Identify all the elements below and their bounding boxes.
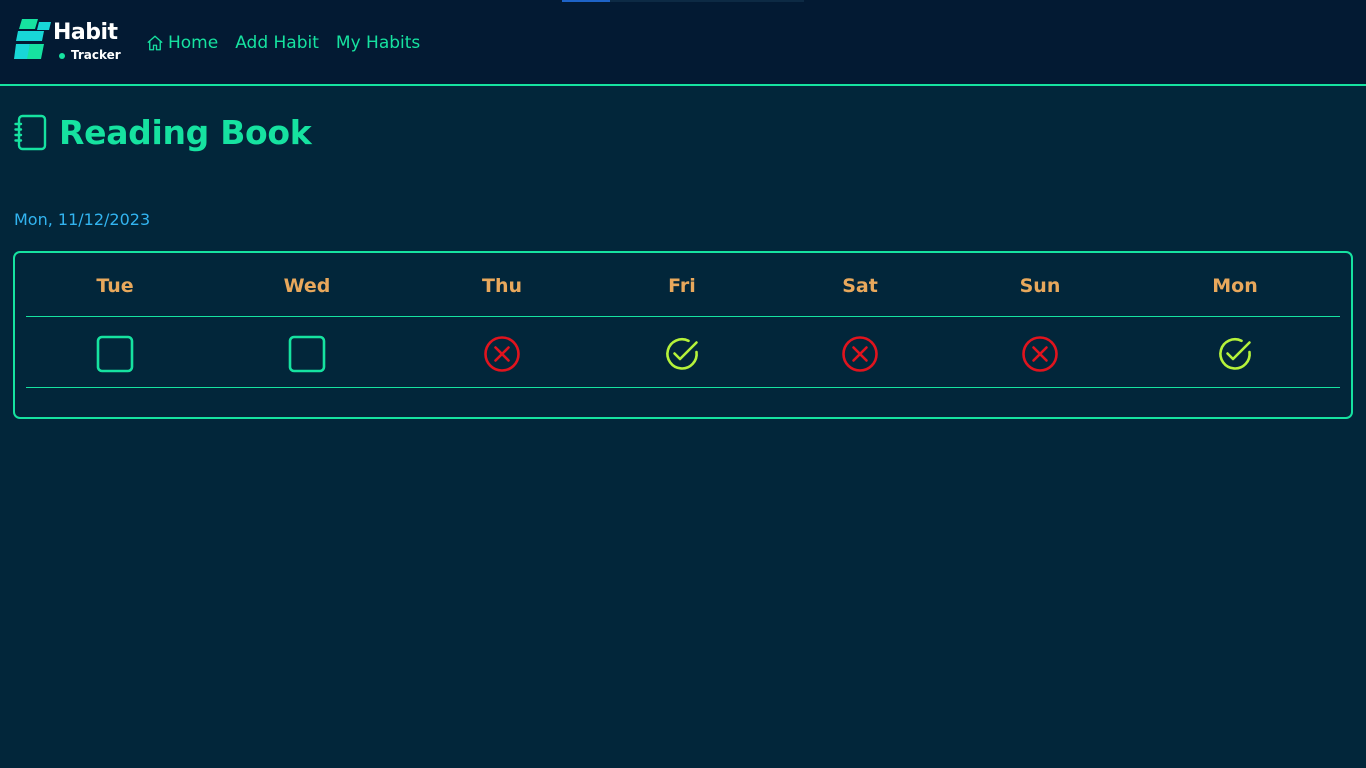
habit-header: Reading Book	[14, 112, 312, 152]
day-label-sat: Sat	[842, 275, 878, 297]
day-label-wed: Wed	[283, 275, 331, 297]
nav-add-habit-label: Add Habit	[235, 33, 319, 53]
day-status-thu[interactable]	[483, 335, 521, 373]
week-tracker-grid: Tue Wed Thu Fri Sat Sun Mon	[26, 253, 1340, 417]
nav-my-habits-link[interactable]: My Habits	[336, 33, 420, 53]
x-circle-icon	[1022, 336, 1058, 372]
page-loading-bar	[562, 0, 804, 2]
brand-dot	[59, 53, 65, 59]
current-date: Mon, 11/12/2023	[14, 210, 151, 229]
day-label-sun: Sun	[1019, 275, 1061, 297]
nav-my-habits-label: My Habits	[335, 33, 421, 53]
brand-subtitle: Tracker	[71, 48, 121, 62]
header-divider	[26, 316, 1340, 317]
day-status-sun[interactable]	[1021, 335, 1059, 373]
day-status-wed[interactable]	[288, 335, 326, 373]
row-divider	[26, 387, 1340, 388]
day-status-mon[interactable]	[1216, 335, 1254, 373]
brand-title: Habit	[53, 20, 118, 45]
notebook-icon	[14, 114, 47, 150]
day-label-thu: Thu	[481, 275, 522, 297]
home-icon	[147, 35, 163, 51]
day-label-fri: Fri	[668, 275, 696, 297]
main-nav: Home Add Habit My Habits	[146, 30, 437, 56]
brand-logo[interactable]: Habit Tracker	[14, 19, 124, 65]
check-circle-icon	[1219, 337, 1251, 370]
page-loading-bar-fill	[562, 0, 611, 2]
day-label-mon: Mon	[1212, 275, 1258, 297]
week-tracker-card: Tue Wed Thu Fri Sat Sun Mon	[13, 251, 1353, 419]
nav-home-label: Home	[168, 33, 219, 53]
top-navbar: Habit Tracker Home Add Habit My Habits	[0, 0, 1366, 86]
logo-mark-icon	[14, 19, 51, 59]
empty-checkbox-icon	[96, 335, 134, 373]
day-label-tue: Tue	[96, 275, 134, 297]
check-circle-icon	[666, 337, 698, 370]
day-status-tue[interactable]	[96, 335, 134, 373]
empty-checkbox-icon	[288, 335, 326, 373]
nav-home-link[interactable]: Home	[146, 33, 218, 53]
x-circle-icon	[842, 336, 878, 372]
habit-title: Reading Book	[59, 112, 312, 152]
x-circle-icon	[484, 336, 520, 372]
day-status-sat[interactable]	[841, 335, 879, 373]
day-status-fri[interactable]	[663, 335, 701, 373]
nav-add-habit-link[interactable]: Add Habit	[235, 33, 319, 53]
